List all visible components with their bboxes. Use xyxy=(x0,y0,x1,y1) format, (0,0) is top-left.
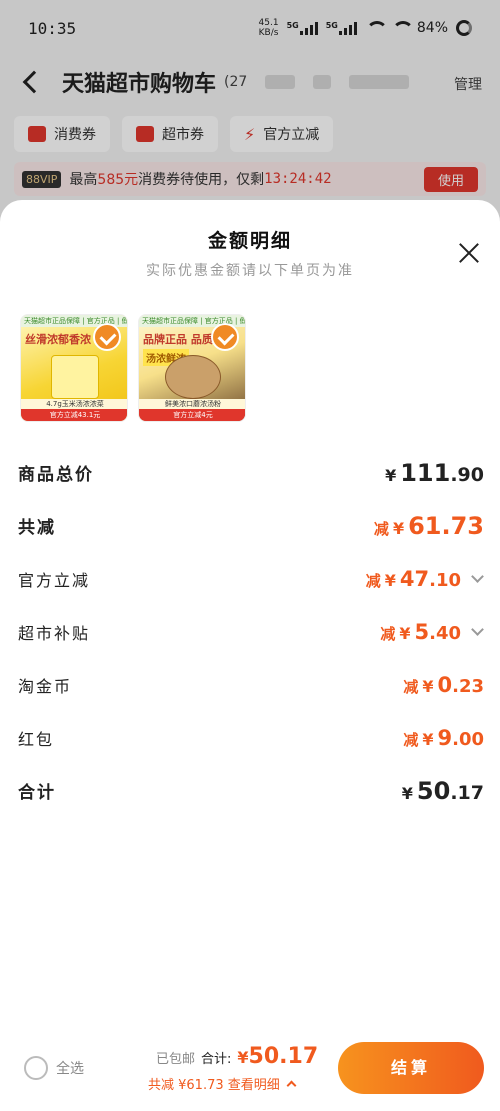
checkout-button[interactable]: 结算 xyxy=(338,1042,484,1094)
row-goods-total: 商品总价 ¥111.90 xyxy=(18,458,484,487)
product-image xyxy=(51,355,99,399)
product-thumbnail[interactable]: 天猫超市正品保障 | 官方正品 | 假一赔十 丝滑浓郁香浓 4.7g玉米汤浓浓菜… xyxy=(20,314,128,422)
amount-value: 减 ¥61.73 xyxy=(373,511,484,540)
total-summary: 已包邮 合计: ¥50.17 xyxy=(156,1044,318,1069)
total-label: 合计: xyxy=(201,1052,232,1067)
chevron-up-icon xyxy=(286,1080,297,1091)
product-image xyxy=(165,355,221,399)
amount-value: ¥50.17 xyxy=(401,776,484,805)
sheet-subtitle: 实际优惠金额请以下单页为准 xyxy=(146,263,354,279)
row-grand-total: 合计 ¥50.17 xyxy=(18,776,484,805)
sheet-title: 金额明细 xyxy=(207,230,292,252)
view-details-link[interactable]: 共减 ¥61.73 查看明细 xyxy=(148,1074,297,1093)
checkmark-icon xyxy=(211,323,239,351)
product-thumbnail[interactable]: 天猫超市正品保障 | 官方正品 | 假一赔十 品牌正品 品质 汤浓鲜浓 鲜美浓口… xyxy=(138,314,246,422)
amount-value: 减 ¥9.00 xyxy=(403,725,484,750)
free-shipping-label: 已包邮 xyxy=(156,1052,196,1067)
row-taojinbi: 淘金币 减 ¥0.23 xyxy=(18,672,484,697)
checkmark-icon xyxy=(93,323,121,351)
amount-rows: 商品总价 ¥111.90 共减 减 ¥61.73 官方立减 减 ¥47.10 超市补… xyxy=(18,446,484,817)
row-total-discount: 共减 减 ¥61.73 xyxy=(18,511,484,540)
total-amount: ¥50.17 xyxy=(237,1044,319,1069)
amount-value: ¥111.90 xyxy=(385,458,484,487)
amount-detail-sheet: 金额明细 实际优惠金额请以下单页为准 天猫超市正品保障 | 官方正品 | 假一赔… xyxy=(0,200,500,1111)
amount-value: 减 ¥0.23 xyxy=(403,672,484,697)
chevron-down-icon[interactable] xyxy=(471,569,484,583)
select-all-label[interactable]: 全选 xyxy=(56,1058,84,1078)
amount-value: 减 ¥47.10 xyxy=(366,567,484,591)
row-red-packet: 红包 减 ¥9.00 xyxy=(18,725,484,750)
watermark: Dream2333 xyxy=(429,1096,494,1109)
checkout-bar: 全选 已包邮 合计: ¥50.17 共减 ¥61.73 查看明细 结算 Drea… xyxy=(0,1030,500,1111)
row-official-discount[interactable]: 官方立减 减 ¥47.10 xyxy=(18,552,484,605)
product-thumbnails: 天猫超市正品保障 | 官方正品 | 假一赔十 丝滑浓郁香浓 4.7g玉米汤浓浓菜… xyxy=(20,314,246,422)
row-supermarket-subsidy[interactable]: 超市补贴 减 ¥5.40 xyxy=(18,605,484,658)
amount-value: 减 ¥5.40 xyxy=(380,620,484,644)
close-icon[interactable] xyxy=(458,242,480,264)
select-all-radio[interactable] xyxy=(24,1056,48,1080)
chevron-down-icon[interactable] xyxy=(471,622,484,636)
